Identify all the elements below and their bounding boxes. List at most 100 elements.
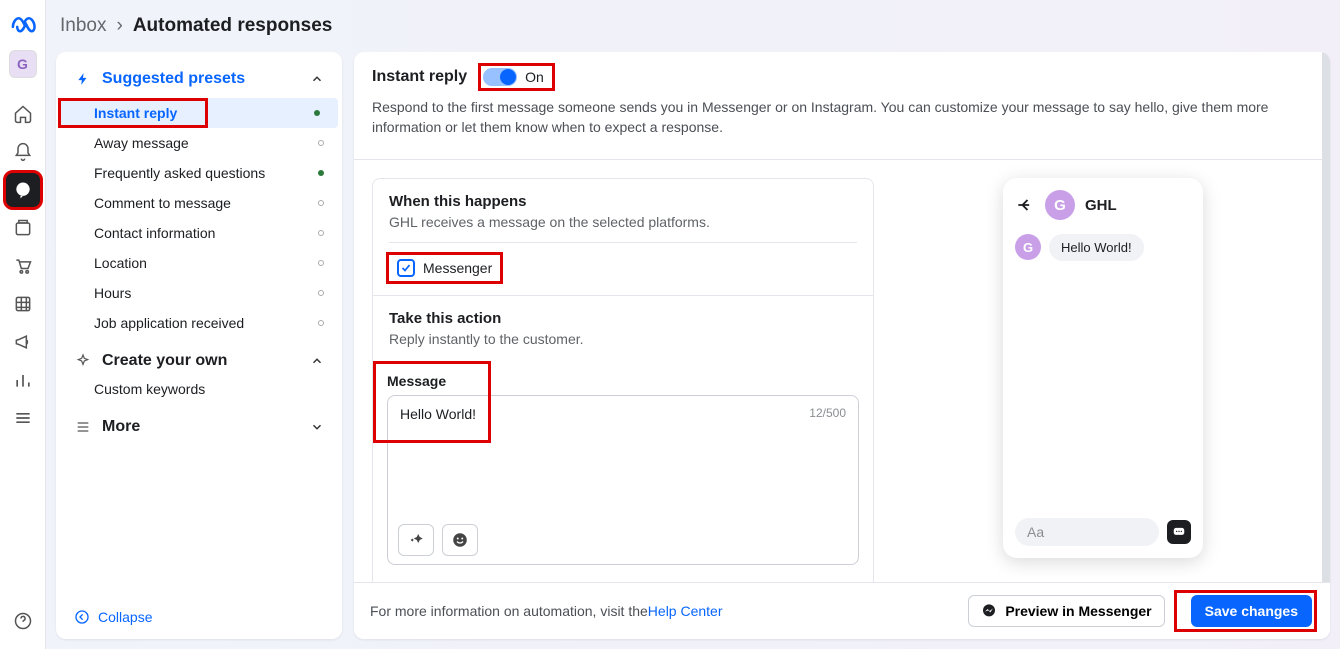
meta-infinity-icon bbox=[10, 11, 36, 37]
section-more[interactable]: More bbox=[56, 414, 342, 440]
meta-logo[interactable] bbox=[7, 8, 39, 40]
preview-in-messenger-label: Preview in Messenger bbox=[1005, 603, 1151, 619]
form-column: When this happens GHL receives a message… bbox=[372, 178, 874, 582]
status-dot-inactive bbox=[318, 230, 324, 236]
collapse-label: Collapse bbox=[98, 609, 152, 625]
preview-name: GHL bbox=[1085, 197, 1117, 214]
content-footer: For more information on automation, visi… bbox=[354, 582, 1330, 639]
preset-contact-information[interactable]: Contact information bbox=[56, 218, 342, 248]
nav-home[interactable] bbox=[5, 96, 41, 132]
preset-job-application[interactable]: Job application received bbox=[56, 308, 342, 338]
message-textarea[interactable]: Hello World! bbox=[400, 406, 801, 422]
section-suggested-presets[interactable]: Suggested presets bbox=[56, 66, 342, 92]
page-title: Instant reply bbox=[372, 68, 467, 86]
help-icon bbox=[13, 611, 33, 631]
bell-icon bbox=[13, 142, 33, 162]
preset-custom-keywords[interactable]: Custom keywords bbox=[56, 374, 342, 404]
arrow-left-icon bbox=[1015, 195, 1035, 215]
left-rail: G bbox=[0, 0, 46, 649]
nav-help[interactable] bbox=[5, 603, 41, 639]
preset-label: Job application received bbox=[94, 315, 244, 331]
preview-column: G GHL G Hello World! Aa bbox=[902, 178, 1304, 558]
trigger-card: When this happens GHL receives a message… bbox=[372, 178, 874, 582]
section-more-label: More bbox=[102, 418, 140, 436]
preview-send bbox=[1167, 520, 1191, 544]
preview-avatar: G bbox=[1045, 190, 1075, 220]
message-label: Message bbox=[387, 373, 859, 389]
platform-messenger-row: Messenger bbox=[389, 255, 500, 281]
content-panel: Instant reply On Respond to the first me… bbox=[354, 52, 1330, 639]
section-create-label: Create your own bbox=[102, 352, 227, 370]
platform-messenger-checkbox[interactable] bbox=[397, 259, 415, 277]
status-dot-inactive bbox=[318, 260, 324, 266]
chevron-up-icon bbox=[310, 354, 324, 368]
preview-bubble: Hello World! bbox=[1049, 234, 1144, 261]
help-center-link[interactable]: Help Center bbox=[648, 603, 723, 619]
toggle-knob bbox=[500, 69, 516, 85]
nav-menu[interactable] bbox=[5, 400, 41, 436]
toggle-state-label: On bbox=[525, 69, 544, 85]
preview-back-button[interactable] bbox=[1015, 195, 1035, 215]
automation-sidebar: Suggested presets Instant reply Away mes… bbox=[56, 52, 342, 639]
posts-icon bbox=[13, 218, 33, 238]
nav-inbox[interactable] bbox=[5, 172, 41, 208]
status-dot-active bbox=[314, 110, 320, 116]
nav-ads[interactable] bbox=[5, 324, 41, 360]
instant-reply-toggle-group: On bbox=[481, 66, 552, 88]
collapse-sidebar[interactable]: Collapse bbox=[56, 595, 342, 639]
status-dot-inactive bbox=[318, 320, 324, 326]
nav-insights[interactable] bbox=[5, 362, 41, 398]
footer-info-text: For more information on automation, visi… bbox=[370, 603, 648, 619]
preview-input: Aa bbox=[1015, 518, 1159, 546]
nav-commerce[interactable] bbox=[5, 248, 41, 284]
preset-away-message[interactable]: Away message bbox=[56, 128, 342, 158]
status-dot-active bbox=[318, 170, 324, 176]
preset-faq[interactable]: Frequently asked questions bbox=[56, 158, 342, 188]
check-icon bbox=[400, 262, 412, 274]
breadcrumb-parent[interactable]: Inbox bbox=[60, 15, 106, 37]
nav-leads[interactable] bbox=[5, 286, 41, 322]
chat-bubble-icon bbox=[13, 180, 33, 200]
bars-icon bbox=[13, 370, 33, 390]
cart-icon bbox=[13, 256, 33, 276]
chat-dots-icon bbox=[1172, 525, 1186, 539]
page-description: Respond to the first message someone sen… bbox=[372, 98, 1304, 137]
preset-label: Frequently asked questions bbox=[94, 165, 265, 181]
nav-notifications[interactable] bbox=[5, 134, 41, 170]
preset-location[interactable]: Location bbox=[56, 248, 342, 278]
preview-in-messenger-button[interactable]: Preview in Messenger bbox=[968, 595, 1164, 627]
status-dot-inactive bbox=[318, 140, 324, 146]
section-suggested-label: Suggested presets bbox=[102, 70, 245, 88]
chat-preview: G GHL G Hello World! Aa bbox=[1003, 178, 1203, 558]
when-title: When this happens bbox=[389, 193, 857, 210]
menu-icon bbox=[13, 408, 33, 428]
when-subtitle: GHL receives a message on the selected p… bbox=[389, 214, 857, 230]
emoji-button[interactable] bbox=[442, 524, 478, 556]
message-textarea-container: Hello World! 12/500 bbox=[387, 395, 859, 565]
collapse-icon bbox=[74, 609, 90, 625]
platform-messenger-label: Messenger bbox=[423, 260, 492, 276]
status-dot-inactive bbox=[318, 200, 324, 206]
save-changes-button[interactable]: Save changes bbox=[1191, 595, 1312, 627]
preset-hours[interactable]: Hours bbox=[56, 278, 342, 308]
preset-instant-reply[interactable]: Instant reply bbox=[60, 98, 338, 128]
preset-label: Away message bbox=[94, 135, 189, 151]
action-subtitle: Reply instantly to the customer. bbox=[389, 331, 857, 347]
preset-label: Custom keywords bbox=[94, 381, 205, 397]
section-create-your-own[interactable]: Create your own bbox=[56, 348, 342, 374]
personalize-button[interactable] bbox=[398, 524, 434, 556]
preview-msg-avatar: G bbox=[1015, 234, 1041, 260]
instant-reply-toggle[interactable] bbox=[483, 68, 517, 86]
preset-label: Instant reply bbox=[94, 105, 177, 121]
breadcrumb: Inbox › Automated responses bbox=[46, 0, 1340, 52]
nav-posts[interactable] bbox=[5, 210, 41, 246]
lightning-icon bbox=[74, 72, 92, 86]
status-dot-inactive bbox=[318, 290, 324, 296]
preset-comment-to-message[interactable]: Comment to message bbox=[56, 188, 342, 218]
preset-label: Location bbox=[94, 255, 147, 271]
magic-icon bbox=[407, 531, 425, 549]
preset-label: Comment to message bbox=[94, 195, 231, 211]
megaphone-icon bbox=[13, 332, 33, 352]
account-avatar[interactable]: G bbox=[9, 50, 37, 78]
breadcrumb-current: Automated responses bbox=[133, 15, 333, 37]
